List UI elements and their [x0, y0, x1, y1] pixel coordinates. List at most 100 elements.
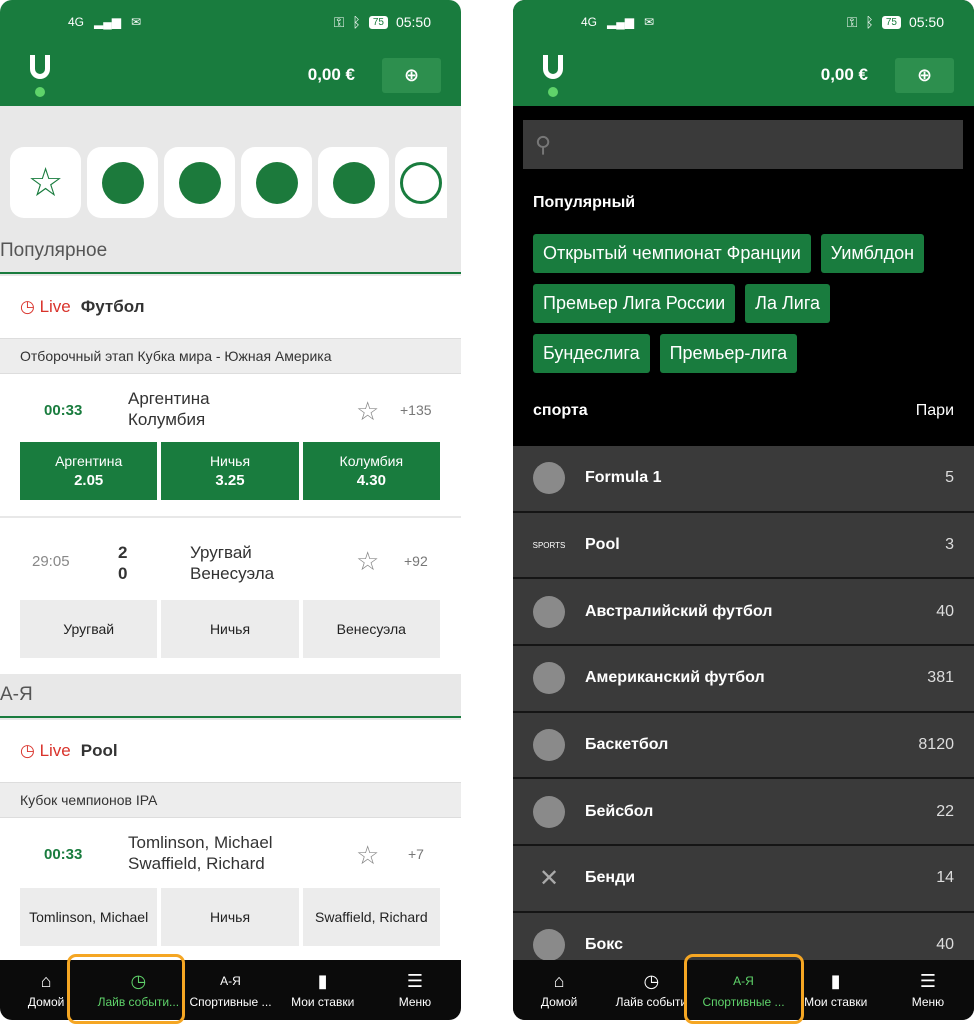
basketball-icon — [255, 161, 298, 204]
battery-indicator: 75 — [881, 15, 901, 29]
bet-slip-icon: ▮ — [830, 971, 841, 991]
key-icon: ⚿ — [333, 13, 345, 30]
volleyball-filter[interactable] — [318, 147, 389, 218]
notification-icon: ✉ — [643, 15, 655, 29]
favourite-star-icon[interactable]: ☆ — [356, 396, 379, 427]
balance[interactable]: 0,00 € — [308, 65, 355, 85]
event-card[interactable]: 29:05 20 Уругвай Венесуэла ☆ +92 Уругвай … — [0, 518, 461, 674]
nav-home[interactable]: ⌂ Домой — [513, 971, 605, 1009]
billiard-ball-icon — [400, 161, 442, 204]
key-icon: ⚿ — [846, 13, 858, 30]
more-markets[interactable]: +135 — [400, 402, 432, 418]
popular-tag[interactable]: Бундеслига — [533, 334, 650, 373]
hockey-sticks-icon: ✕ — [538, 864, 560, 892]
event-time: 00:33 — [44, 402, 83, 419]
pool-filter[interactable] — [395, 147, 447, 218]
event-time: 00:33 — [44, 846, 83, 863]
status-bar: 4G ▂▄▆ ✉ ⚿ ᛒ 75 05:50 — [0, 0, 461, 44]
competition-header[interactable]: Отборочный этап Кубка мира - Южная Амери… — [0, 338, 461, 374]
clock-icon: ◷ — [643, 971, 660, 991]
event-teams: Уругвай Венесуэла — [190, 543, 275, 583]
unibet-logo[interactable] — [541, 49, 567, 101]
football-filter[interactable] — [87, 147, 158, 218]
odd-draw-button[interactable]: Ничья 3.25 — [161, 442, 299, 500]
phone-screen-live: 4G ▂▄▆ ✉ ⚿ ᛒ 75 05:50 0,00 € ⊕ ☆ Популярное ◷… — [0, 0, 461, 1020]
popular-tags: Открытый чемпионат Франции Уимблдон Прем… — [533, 234, 953, 373]
nav-menu[interactable]: ☰ Меню — [882, 971, 974, 1009]
battery-indicator: 75 — [368, 15, 388, 29]
notification-icon: ✉ — [130, 15, 142, 29]
live-football-header[interactable]: ◷ Live Футбол — [0, 276, 461, 338]
popular-section-title: Популярное — [0, 234, 461, 274]
status-bar: 4G ▂▄▆ ✉ ⚿ ᛒ 75 05:50 — [513, 0, 974, 44]
sport-row[interactable]: Бейсбол 22 — [513, 779, 974, 847]
sport-row[interactable]: Formula 15 — [513, 446, 974, 513]
odds-row: Tomlinson, Michael Ничья Swaffield, Rich… — [20, 888, 440, 946]
network-indicator: 4G — [581, 15, 598, 29]
sport-row[interactable]: Американский футбол 381 — [513, 646, 974, 713]
sports-list: Formula 15 SPORTS Pool 3 Австралийский фут… — [513, 446, 974, 980]
hamburger-icon: ☰ — [919, 971, 936, 991]
odds-row: Уругвай Ничья Венесуэла — [20, 600, 440, 658]
odds-row: Аргентина 2.05 Ничья 3.25 Колумбия 4.30 — [20, 442, 440, 500]
home-icon: ⌂ — [553, 971, 565, 991]
sports-menu-top: ⚲ Популярный Открытый чемпионат Франции … — [513, 106, 974, 446]
odd-home-button[interactable]: Tomlinson, Michael — [20, 888, 158, 946]
baseball-icon — [533, 795, 565, 828]
more-markets[interactable]: +7 — [408, 846, 424, 862]
wallet-plus-icon: ⊕ — [916, 64, 933, 85]
nav-menu[interactable]: ☰ Меню — [369, 971, 461, 1009]
odd-home-button[interactable]: Аргентина 2.05 — [20, 442, 158, 500]
popular-tag[interactable]: Уимблдон — [820, 234, 925, 273]
event-card[interactable]: 00:33 Аргентина Колумбия ☆ +135 Аргентина… — [0, 374, 461, 516]
sport-row[interactable]: Австралийский футбол 40 — [513, 579, 974, 647]
odd-away-button[interactable]: Колумбия 4.30 — [302, 442, 440, 500]
tennis-filter[interactable] — [164, 147, 235, 218]
balance[interactable]: 0,00 € — [821, 65, 868, 85]
sport-row[interactable]: ✕ Бенди 14 — [513, 846, 974, 913]
sport-row[interactable]: Баскетбол 8120 — [513, 712, 974, 780]
star-icon: ☆ — [27, 160, 64, 205]
odd-home-button[interactable]: Уругвай — [20, 600, 158, 658]
nav-sports[interactable]: А-Я Спортивные ... — [184, 971, 276, 1009]
deposit-button[interactable]: ⊕ — [895, 57, 954, 93]
favourite-star-icon[interactable]: ☆ — [356, 546, 379, 577]
signal-icon: ▂▄▆ — [607, 15, 634, 29]
event-teams: Аргентина Колумбия — [128, 389, 210, 429]
search-input[interactable]: ⚲ — [523, 120, 963, 169]
more-markets[interactable]: +92 — [404, 553, 428, 569]
american-football-icon — [533, 662, 565, 695]
popular-tag[interactable]: Премьер Лига России — [533, 284, 736, 323]
sports-column-label: спорта — [533, 402, 588, 419]
unibet-logo[interactable] — [28, 49, 54, 101]
live-label: ◷ Live — [20, 297, 71, 316]
odd-draw-button[interactable]: Ничья — [161, 888, 299, 946]
app-header: 0,00 € ⊕ — [0, 44, 461, 106]
signal-icon: ▂▄▆ — [94, 15, 121, 29]
sport-row[interactable]: SPORTS Pool 3 — [513, 512, 974, 580]
basketball-filter[interactable] — [241, 147, 312, 218]
popular-tag[interactable]: Открытый чемпионат Франции — [533, 234, 811, 273]
nav-my-bets[interactable]: ▮ Мои ставки — [277, 971, 369, 1009]
odd-draw-button[interactable]: Ничья — [161, 600, 299, 658]
clock: 05:50 — [908, 14, 944, 30]
clock: 05:50 — [395, 14, 431, 30]
favourite-star-icon[interactable]: ☆ — [356, 840, 379, 871]
highlight-live-tab — [67, 954, 185, 1024]
event-card[interactable]: 00:33 Tomlinson, Michael Swaffield, Richa… — [0, 818, 461, 960]
competition-header[interactable]: Кубок чемпионов IPA — [0, 782, 461, 818]
volleyball-icon — [332, 161, 375, 204]
odd-away-button[interactable]: Swaffield, Richard — [302, 888, 440, 946]
popular-tag[interactable]: Ла Лига — [745, 284, 830, 323]
bet-slip-icon: ▮ — [317, 971, 328, 991]
live-pool-header[interactable]: ◷ Live Pool — [0, 720, 461, 782]
rugby-ball-icon — [533, 595, 565, 628]
basketball-icon — [533, 729, 565, 762]
az-section-title: А-Я — [0, 678, 461, 718]
odd-away-button[interactable]: Венесуэла — [302, 600, 440, 658]
deposit-button[interactable]: ⊕ — [382, 57, 441, 93]
popular-tag[interactable]: Премьер-лига — [659, 334, 798, 373]
favourites-filter[interactable]: ☆ — [10, 147, 81, 218]
boxing-glove-icon — [533, 929, 565, 962]
bets-column-label: Пари — [915, 402, 954, 419]
